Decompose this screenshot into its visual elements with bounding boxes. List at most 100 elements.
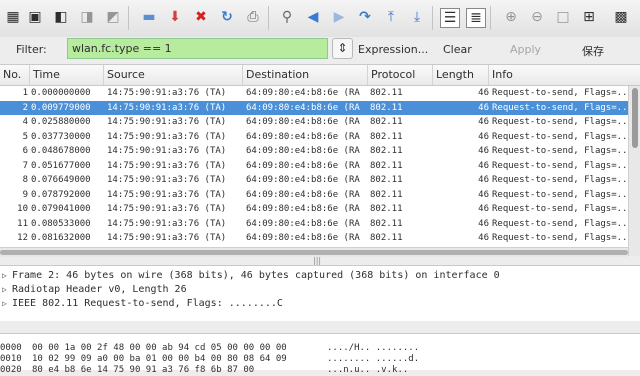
save-button[interactable]: 保存 [582,43,604,59]
expand-arrow-icon[interactable]: ▷ [2,283,7,297]
packet-cell-len: 46 [478,233,489,243]
packet-row[interactable]: 5 0.037730000 14:75:90:91:a3:76 (TA) 64:09:… [0,130,628,145]
expression-button[interactable]: Expression... [358,43,428,56]
packet-cell-dst: 64:09:80:e4:b8:6e (RA [246,102,360,113]
packet-row[interactable]: 11 0.080533000 14:75:90:91:a3:76 (TA) 64:09… [0,217,628,232]
column-header-info[interactable]: Info [489,65,640,85]
auto-scroll-icon[interactable]: ≣ [466,8,486,28]
hex-offset: 0020 [0,365,22,375]
packet-row[interactable]: 7 0.051677000 14:75:90:91:a3:76 (TA) 64:09:… [0,159,628,174]
hex-bytes: 00 00 1a 00 2f 48 00 00 ab 94 cd 05 00 0… [32,343,287,353]
start-capture-icon[interactable]: ◧ [52,8,70,26]
colorize-icon[interactable]: ☰ [440,8,460,28]
packet-cell-no: 5 [22,131,28,142]
column-header-length[interactable]: Length [433,65,489,85]
zoom-in-icon[interactable]: ⊕ [502,8,520,26]
scrollbar-thumb[interactable] [632,88,638,148]
display-filter-input[interactable]: wlan.fc.type == 1 [67,38,328,59]
toolbar-separator [490,6,491,30]
packet-cell-len: 46 [478,146,489,156]
detail-tree-item[interactable]: ▷ Frame 2: 46 bytes on wire (368 bits), 4… [0,269,640,283]
packet-list: No. Time Source Destination Protocol Len… [0,64,640,257]
close-file-icon[interactable]: ✖ [192,8,210,26]
expand-arrow-icon[interactable]: ▷ [2,269,7,283]
packet-row[interactable]: 10 0.079041000 14:75:90:91:a3:76 (TA) 64:09… [0,202,628,217]
column-header-no[interactable]: No. [0,65,30,85]
packet-cell-no: 2 [22,102,28,113]
packet-cell-info: Request-to-send, Flags=.... [492,233,628,243]
expand-arrow-icon[interactable]: ▷ [2,297,7,311]
packet-cell-src: 14:75:90:91:a3:76 (TA) [107,131,227,142]
packet-cell-len: 46 [478,117,489,127]
print-icon[interactable]: ⎙ [244,8,262,26]
packet-row[interactable]: 9 0.078792000 14:75:90:91:a3:76 (TA) 64:09:… [0,188,628,203]
stop-capture-icon[interactable]: ◨ [78,8,96,26]
packet-cell-src: 14:75:90:91:a3:76 (TA) [107,233,227,243]
packet-cell-proto: 802.11 [370,189,403,200]
packet-cell-len: 46 [478,189,489,200]
find-icon[interactable]: ⚲ [278,8,296,26]
packet-row[interactable]: 6 0.048678000 14:75:90:91:a3:76 (TA) 64:09:… [0,144,628,159]
packet-cell-len: 46 [478,131,489,142]
packet-cell-info: Request-to-send, Flags=.... [492,131,628,142]
packet-row[interactable]: 12 0.081632000 14:75:90:91:a3:76 (TA) 64:09… [0,231,628,246]
packet-cell-no: 11 [17,218,28,229]
packet-row[interactable]: 1 0.000000000 14:75:90:91:a3:76 (TA) 64:09:… [0,86,628,101]
capture-options-icon[interactable]: ▣ [26,8,44,26]
scrollbar-thumb[interactable] [0,250,628,255]
packet-cell-len: 46 [478,88,489,98]
filter-history-dropdown[interactable]: ⇕ [332,38,353,59]
packet-cell-info: Request-to-send, Flags=.... [492,218,628,229]
packet-cell-dst: 64:09:80:e4:b8:6e (RA [246,117,360,127]
packet-row[interactable]: 8 0.076649000 14:75:90:91:a3:76 (TA) 64:09:… [0,173,628,188]
packet-cell-time: 0.081632000 [31,233,91,243]
normal-size-icon[interactable]: □ [554,8,572,26]
clear-button[interactable]: Clear [443,43,472,56]
restart-capture-icon[interactable]: ◩ [104,8,122,26]
packet-cell-info: Request-to-send, Flags=.... [492,146,628,156]
packet-cell-info: Request-to-send, Flags=.... [492,204,628,214]
packet-cell-no: 1 [22,88,28,98]
packet-cell-no: 7 [22,160,28,171]
packet-cell-no: 6 [22,146,28,156]
capture-filters-icon[interactable]: ▩ [612,8,630,26]
packet-row[interactable]: 4 0.025880000 14:75:90:91:a3:76 (TA) 64:09:… [0,115,628,130]
packet-cell-no: 4 [22,117,28,127]
zoom-out-icon[interactable]: ⊖ [528,8,546,26]
packet-row[interactable]: 2 0.009779000 14:75:90:91:a3:76 (TA) 64:09:… [0,100,628,115]
column-header-protocol[interactable]: Protocol [368,65,433,85]
packet-cell-len: 46 [478,204,489,214]
packet-cell-time: 0.078792000 [31,189,91,200]
go-back-icon[interactable]: ◀ [304,8,322,26]
resize-columns-icon[interactable]: ⊞ [580,8,598,26]
go-first-icon[interactable]: ⤒ [382,8,400,26]
packet-details: ▷ Frame 2: 46 bytes on wire (368 bits), 4… [0,265,640,321]
column-header-destination[interactable]: Destination [243,65,368,85]
filter-bar: Filter: wlan.fc.type == 1 ⇕ Expression..… [0,37,640,62]
packet-list-vertical-scrollbar[interactable] [628,86,640,256]
column-header-time[interactable]: Time [30,65,104,85]
packet-cell-proto: 802.11 [370,218,403,229]
column-header-source[interactable]: Source [104,65,243,85]
detail-tree-item[interactable]: ▷ IEEE 802.11 Request-to-send, Flags: ...… [0,297,640,311]
packet-cell-src: 14:75:90:91:a3:76 (TA) [107,189,227,200]
packet-cell-time: 0.009779000 [31,102,91,113]
go-last-icon[interactable]: ⤓ [408,8,426,26]
go-to-packet-icon[interactable]: ↷ [356,8,374,26]
interface-list-icon[interactable]: ▦ [4,8,22,26]
packet-cell-dst: 64:09:80:e4:b8:6e (RA [246,131,360,142]
packet-cell-proto: 802.11 [370,233,403,243]
packet-cell-src: 14:75:90:91:a3:76 (TA) [107,146,227,156]
go-forward-icon[interactable]: ▶ [330,8,348,26]
open-file-icon[interactable]: ▬ [140,8,158,26]
save-file-icon[interactable]: ⬇ [166,8,184,26]
apply-button[interactable]: Apply [510,43,541,56]
reload-icon[interactable]: ↻ [218,8,236,26]
pane-splitter-grip-icon[interactable]: ||| [313,256,321,265]
hex-offset: 0010 [0,354,22,364]
packet-cell-dst: 64:09:80:e4:b8:6e (RA [246,189,360,200]
packet-cell-time: 0.037730000 [31,131,91,142]
packet-list-header: No. Time Source Destination Protocol Len… [0,65,640,86]
packet-cell-src: 14:75:90:91:a3:76 (TA) [107,175,227,185]
detail-tree-item[interactable]: ▷ Radiotap Header v0, Length 26 [0,283,640,297]
